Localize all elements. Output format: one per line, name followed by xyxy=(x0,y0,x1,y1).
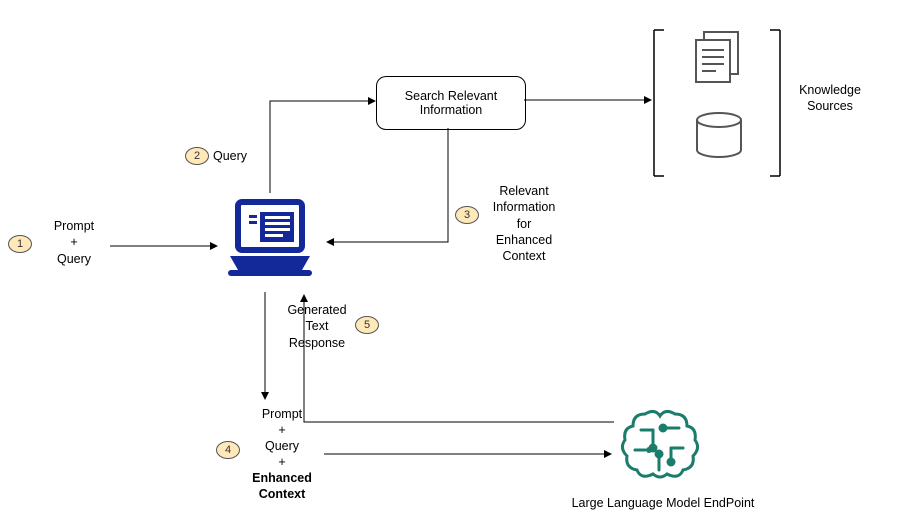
arrow-down-to-4 xyxy=(259,292,271,402)
llm-label: Large Language Model EndPoint xyxy=(558,495,768,511)
step-1-badge: 1 xyxy=(8,235,32,253)
step-4-label-bold: Enhanced Context xyxy=(242,470,322,502)
arrow-4 xyxy=(324,448,614,460)
database-icon xyxy=(694,112,744,160)
step-1-num: 1 xyxy=(17,238,23,250)
step-3-badge: 3 xyxy=(455,206,479,224)
step-1-label: Prompt + Query xyxy=(44,218,104,267)
step-3-num: 3 xyxy=(464,209,470,221)
laptop-icon xyxy=(220,190,320,290)
arrow-3 xyxy=(322,126,452,250)
step-2-badge: 2 xyxy=(185,147,209,165)
step-2-num: 2 xyxy=(194,150,200,162)
knowledge-label: Knowledge Sources xyxy=(790,82,870,115)
llm-brain-icon xyxy=(615,400,705,490)
documents-icon xyxy=(692,30,746,88)
step-3-label: Relevant Information for Enhanced Contex… xyxy=(484,183,564,264)
step-4-badge: 4 xyxy=(216,441,240,459)
search-box: Search Relevant Information xyxy=(376,76,526,130)
arrow-5 xyxy=(298,290,618,430)
arrow-to-knowledge xyxy=(524,94,654,106)
step-2-label: Query xyxy=(213,148,247,164)
step-4-num: 4 xyxy=(225,444,231,456)
arrow-1 xyxy=(110,240,220,252)
